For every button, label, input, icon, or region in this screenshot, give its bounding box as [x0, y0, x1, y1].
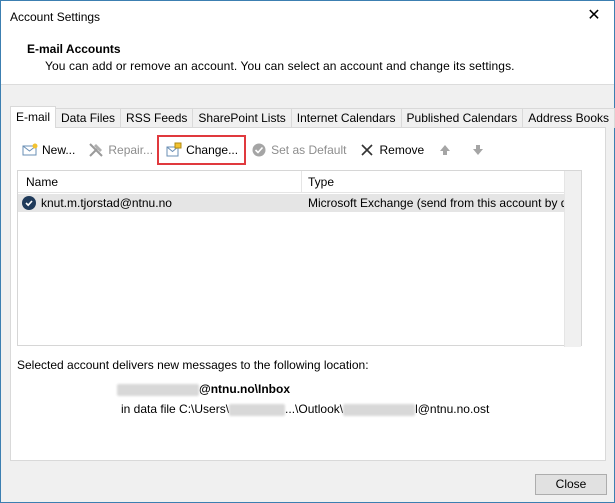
tab-address-books[interactable]: Address Books — [522, 108, 615, 128]
accounts-list-header: Name Type — [18, 171, 581, 193]
close-window-icon[interactable]: ✕ — [582, 5, 606, 27]
change-account-button[interactable]: Change... — [157, 135, 247, 165]
change-settings-icon — [165, 141, 183, 159]
new-label: New... — [42, 143, 76, 157]
move-down-button[interactable] — [465, 139, 494, 161]
new-account-button[interactable]: New... — [17, 139, 79, 161]
change-label: Change... — [186, 143, 239, 157]
arrow-up-icon — [436, 141, 454, 159]
mailbox-suffix: @ntnu.no\Inbox — [199, 382, 291, 396]
section-title: E-mail Accounts — [27, 42, 121, 56]
delivery-intro: Selected account delivers new messages t… — [17, 358, 369, 372]
check-circle-icon — [250, 141, 268, 159]
tab-rss-feeds[interactable]: RSS Feeds — [120, 108, 194, 128]
file-middle: ...\Outlook\ — [285, 402, 344, 416]
set-as-default-label: Set as Default — [271, 143, 347, 157]
close-button[interactable]: Close — [535, 474, 607, 495]
redacted-file-name — [343, 403, 416, 416]
repair-button[interactable]: Repair... — [83, 139, 157, 161]
window-title: Account Settings — [10, 10, 101, 24]
accounts-list[interactable]: Name Type knut.m.tjorstad@ntnu.no Micros… — [17, 170, 582, 347]
column-header-type[interactable]: Type — [302, 171, 581, 192]
account-toolbar: New... Repair... Change... Set as Defaul… — [17, 135, 498, 165]
account-name: knut.m.tjorstad@ntnu.no — [41, 196, 172, 210]
tab-data-files[interactable]: Data Files — [55, 108, 122, 128]
title-bar: Account Settings ✕ — [1, 1, 614, 31]
section-description: You can add or remove an account. You ca… — [45, 59, 515, 73]
tools-icon — [87, 141, 105, 159]
tab-published-calendars[interactable]: Published Calendars — [400, 108, 524, 128]
delivery-data-file: in data file C:\Users\ ...\Outlook\ l@ntnu… — [121, 402, 489, 416]
tab-strip: E-mail Data Files RSS Feeds SharePoint L… — [10, 106, 615, 128]
set-as-default-button[interactable]: Set as Default — [246, 139, 350, 161]
list-scrollbar[interactable] — [564, 171, 581, 347]
delivery-mailbox: @ntnu.no\Inbox — [117, 382, 290, 396]
redacted-user-folder — [229, 403, 286, 416]
account-row[interactable]: knut.m.tjorstad@ntnu.no Microsoft Exchan… — [18, 194, 581, 212]
file-prefix: in data file C:\Users\ — [121, 402, 230, 416]
remove-account-button[interactable]: Remove — [354, 139, 428, 161]
account-settings-dialog: Account Settings ✕ E-mail Accounts You c… — [0, 0, 615, 503]
move-up-button[interactable] — [432, 139, 461, 161]
file-suffix: l@ntnu.no.ost — [415, 402, 490, 416]
remove-label: Remove — [379, 143, 425, 157]
arrow-down-icon — [469, 141, 487, 159]
column-header-name[interactable]: Name — [18, 171, 302, 192]
repair-label: Repair... — [108, 143, 154, 157]
remove-x-icon — [358, 141, 376, 159]
new-mail-icon — [21, 141, 39, 159]
redacted-mailbox-name — [117, 383, 199, 396]
tab-email[interactable]: E-mail — [10, 106, 57, 128]
account-name-cell: knut.m.tjorstad@ntnu.no — [18, 194, 302, 212]
default-account-check-icon — [22, 196, 36, 210]
email-tab-panel: New... Repair... Change... Set as Defaul… — [10, 127, 606, 461]
header-area: E-mail Accounts You can add or remove an… — [1, 31, 614, 85]
account-type: Microsoft Exchange (send from this accou… — [308, 196, 581, 210]
tab-sharepoint-lists[interactable]: SharePoint Lists — [192, 108, 292, 128]
tab-internet-calendars[interactable]: Internet Calendars — [290, 108, 402, 128]
